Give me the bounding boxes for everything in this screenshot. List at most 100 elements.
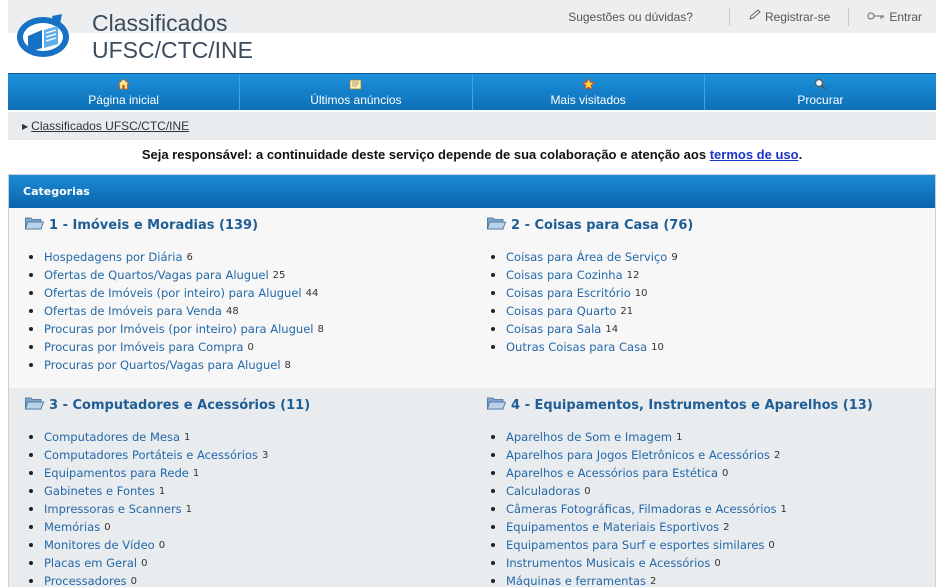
breadcrumb: ▶ Classificados UFSC/CTC/INE — [8, 112, 936, 140]
subcategory-link[interactable]: Câmeras Fotográficas, Filmadoras e Acess… — [506, 502, 777, 516]
categories-panel: Categorias 1 - Imóveis e Moradias (139) H… — [8, 174, 936, 587]
subcategory-item: Placas em Geral 0 — [29, 554, 472, 572]
subcategory-link[interactable]: Coisas para Área de Serviço — [506, 250, 667, 264]
subcategory-link[interactable]: Calculadoras — [506, 484, 580, 498]
bullet-icon — [29, 255, 33, 259]
bullet-icon — [29, 561, 33, 565]
subcategory-link[interactable]: Procuras por Quartos/Vagas para Aluguel — [44, 358, 281, 372]
notice-end: . — [798, 147, 803, 162]
site-title[interactable]: Classificados UFSC/CTC/INE — [92, 10, 253, 64]
subcategory-item: Gabinetes e Fontes 1 — [29, 482, 472, 500]
subcategory-item: Coisas para Escritório 10 — [491, 284, 935, 302]
bullet-icon — [491, 435, 495, 439]
subcategory-item: Outras Coisas para Casa 10 — [491, 338, 935, 356]
category-title-label: 3 - Computadores e Acessórios (11) — [49, 397, 311, 413]
bullet-icon — [491, 327, 495, 331]
subcategory-link[interactable]: Instrumentos Musicais e Acessórios — [506, 556, 710, 570]
site-header: Classificados UFSC/CTC/INE Sugestões ou … — [8, 0, 936, 72]
subcategory-item: Coisas para Área de Serviço 9 — [491, 248, 935, 266]
category-title-label: 4 - Equipamentos, Instrumentos e Aparelh… — [511, 397, 873, 413]
category-title-label: 1 - Imóveis e Moradias (139) — [49, 217, 259, 233]
terms-of-use-link[interactable]: termos de uso — [710, 147, 799, 162]
nav-latest[interactable]: Últimos anúncios — [240, 74, 473, 110]
folder-icon — [486, 396, 507, 414]
help-link-label: Sugestões ou dúvidas? — [568, 10, 693, 24]
subcategory-item: Coisas para Sala 14 — [491, 320, 935, 338]
subcategory-link[interactable]: Aparelhos de Som e Imagem — [506, 430, 672, 444]
subcategory-link[interactable]: Outras Coisas para Casa — [506, 340, 647, 354]
nav-home[interactable]: Página inicial — [8, 74, 241, 110]
category-title-label: 2 - Coisas para Casa (76) — [511, 217, 694, 233]
subcategory-count: 3 — [261, 449, 269, 461]
subcategory-item: Ofertas de Imóveis para Venda 48 — [29, 302, 472, 320]
categories-header: Categorias — [9, 175, 935, 208]
subcategory-link[interactable]: Aparelhos e Acessórios para Estética — [506, 466, 718, 480]
subcategory-item: Ofertas de Imóveis (por inteiro) para Al… — [29, 284, 472, 302]
bullet-icon — [29, 579, 33, 583]
bullet-icon — [29, 327, 33, 331]
subcategory-count: 1 — [158, 485, 166, 497]
subcategory-count: 44 — [305, 287, 319, 299]
subcategory-item: Monitores de Vídeo 0 — [29, 536, 472, 554]
subcategory-list: Coisas para Área de Serviço 9 Coisas para … — [487, 248, 935, 356]
subcategory-link[interactable]: Computadores Portáteis e Acessórios — [44, 448, 258, 462]
subcategory-link[interactable]: Equipamentos para Surf e esportes simila… — [506, 538, 764, 552]
nav-home-label: Página inicial — [88, 92, 159, 107]
subcategory-link[interactable]: Aparelhos para Jogos Eletrônicos e Acess… — [506, 448, 770, 462]
subcategory-link[interactable]: Equipamentos e Materiais Esportivos — [506, 520, 719, 534]
subcategory-link[interactable]: Ofertas de Quartos/Vagas para Aluguel — [44, 268, 269, 282]
subcategory-count: 0 — [141, 557, 148, 569]
subcategory-item: Procuras por Imóveis para Compra 0 — [29, 338, 472, 356]
site-logo-icon[interactable] — [16, 12, 70, 58]
bullet-icon — [491, 579, 495, 583]
breadcrumb-home-link[interactable]: Classificados UFSC/CTC/INE — [31, 119, 189, 133]
category-title[interactable]: 1 - Imóveis e Moradias (139) — [24, 216, 472, 234]
subcategory-link[interactable]: Placas em Geral — [44, 556, 137, 570]
subcategory-count: 0 — [247, 341, 254, 353]
subcategory-link[interactable]: Máquinas e ferramentas — [506, 574, 646, 587]
category-title[interactable]: 3 - Computadores e Acessórios (11) — [24, 396, 472, 414]
subcategory-item: Instrumentos Musicais e Acessórios 0 — [491, 554, 935, 572]
home-icon — [117, 77, 131, 92]
login-link-label: Entrar — [889, 10, 922, 24]
subcategory-link[interactable]: Coisas para Quarto — [506, 304, 616, 318]
subcategory-link[interactable]: Procuras por Imóveis (por inteiro) para … — [44, 322, 313, 336]
nav-most-visited[interactable]: Mais visitados — [473, 74, 705, 110]
subcategory-link[interactable]: Procuras por Imóveis para Compra — [44, 340, 243, 354]
subcategory-link[interactable]: Hospedagens por Diária — [44, 250, 183, 264]
subcategory-link[interactable]: Coisas para Escritório — [506, 286, 631, 300]
category-column: 4 - Equipamentos, Instrumentos e Aparelh… — [472, 388, 935, 587]
help-link[interactable]: Sugestões ou dúvidas? — [568, 8, 729, 26]
bullet-icon — [29, 435, 33, 439]
nav-search[interactable]: Procurar — [705, 74, 936, 110]
subcategory-link[interactable]: Monitores de Vídeo — [44, 538, 155, 552]
key-icon — [867, 8, 885, 26]
bullet-icon — [491, 489, 495, 493]
bullet-icon — [491, 453, 495, 457]
subcategory-item: Computadores de Mesa 1 — [29, 428, 472, 446]
bullet-icon — [491, 273, 495, 277]
subcategory-link[interactable]: Coisas para Sala — [506, 322, 601, 336]
category-title[interactable]: 4 - Equipamentos, Instrumentos e Aparelh… — [486, 396, 935, 414]
subcategory-item: Procuras por Imóveis (por inteiro) para … — [29, 320, 472, 338]
subcategory-item: Calculadoras 0 — [491, 482, 935, 500]
subcategory-count: 0 — [722, 467, 729, 479]
subcategory-link[interactable]: Processadores — [44, 574, 127, 587]
category-title[interactable]: 2 - Coisas para Casa (76) — [486, 216, 935, 234]
bullet-icon — [491, 345, 495, 349]
bullet-icon — [29, 309, 33, 313]
subcategory-link[interactable]: Coisas para Cozinha — [506, 268, 623, 282]
subcategory-link[interactable]: Ofertas de Imóveis (por inteiro) para Al… — [44, 286, 302, 300]
breadcrumb-arrow-icon: ▶ — [22, 121, 29, 131]
subcategory-link[interactable]: Computadores de Mesa — [44, 430, 180, 444]
subcategory-link[interactable]: Ofertas de Imóveis para Venda — [44, 304, 222, 318]
subcategory-list: Computadores de Mesa 1 Computadores Portát… — [25, 428, 472, 587]
subcategory-link[interactable]: Gabinetes e Fontes — [44, 484, 155, 498]
subcategory-link[interactable]: Impressoras e Scanners — [44, 502, 182, 516]
subcategory-link[interactable]: Equipamentos para Rede — [44, 466, 189, 480]
category-column: 1 - Imóveis e Moradias (139) Hospedagens … — [9, 208, 472, 388]
subcategory-list: Hospedagens por Diária 6 Ofertas de Quarto… — [25, 248, 472, 374]
subcategory-link[interactable]: Memórias — [44, 520, 100, 534]
login-link[interactable]: Entrar — [849, 8, 922, 26]
register-link[interactable]: Registrar-se — [730, 8, 848, 26]
